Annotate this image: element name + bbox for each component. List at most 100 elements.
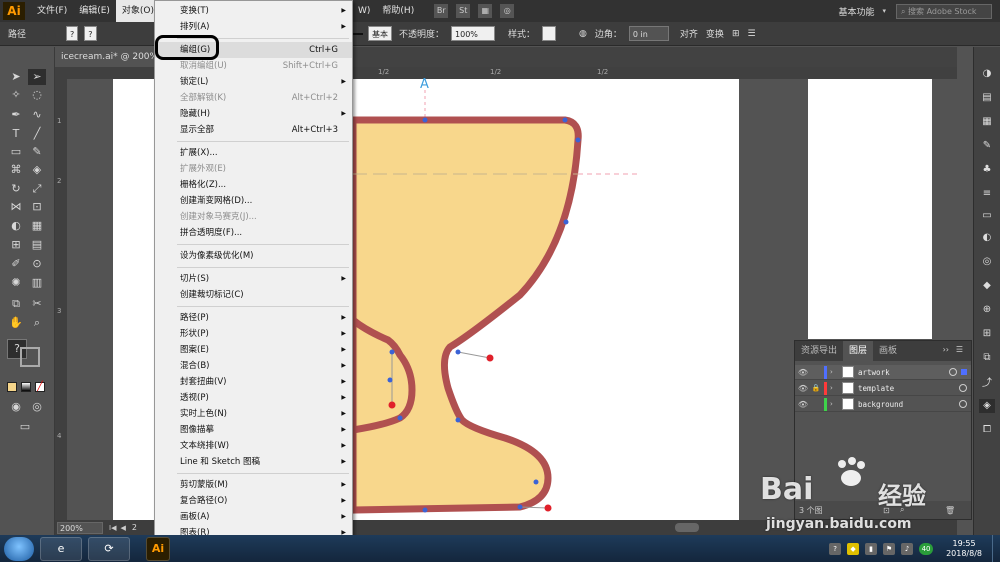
menu-item-object-23[interactable]: 形状(P) ▶ bbox=[155, 326, 352, 342]
panel-menu-icon[interactable]: ☰ bbox=[956, 345, 963, 354]
tray-volume-icon[interactable]: ♪ bbox=[901, 542, 914, 555]
ie-taskbar-icon[interactable]: e bbox=[40, 536, 82, 561]
brushes-icon[interactable]: ✎ bbox=[979, 139, 995, 153]
swatches-icon[interactable]: ▦ bbox=[979, 115, 995, 129]
menu-item-object-26[interactable]: 封套扭曲(V) ▶ bbox=[155, 374, 352, 390]
anchor-point[interactable] bbox=[387, 377, 393, 383]
target-icon[interactable] bbox=[959, 400, 967, 408]
pathfinder-icon[interactable]: ⧉ bbox=[979, 351, 995, 365]
expand-chevron-icon[interactable]: › bbox=[830, 400, 838, 408]
layer-name[interactable]: template bbox=[858, 384, 959, 393]
menu-item-object-34[interactable]: 复合路径(O) ▶ bbox=[155, 493, 352, 509]
visibility-eye-icon[interactable]: 👁 bbox=[795, 400, 811, 409]
tray-network-icon[interactable]: ▮ bbox=[865, 542, 878, 555]
menu-item-object-29[interactable]: 图像描摹 ▶ bbox=[155, 422, 352, 438]
asset-export-icon[interactable]: ⤴ bbox=[979, 377, 995, 391]
menu-item-object-31[interactable]: Line 和 Sketch 图稿 ▶ bbox=[155, 454, 352, 470]
tray-badge[interactable]: 40 bbox=[919, 542, 934, 555]
menu-item-object-7[interactable]: 隐藏(H) ▶ bbox=[155, 106, 352, 122]
menu-item-object-17[interactable]: 设为像素级优化(M) bbox=[155, 248, 352, 264]
gradient-panel-icon[interactable]: ▭ bbox=[979, 209, 995, 223]
menu-item-object-25[interactable]: 混合(B) ▶ bbox=[155, 358, 352, 374]
bezier-handle[interactable] bbox=[544, 504, 552, 512]
horizontal-scrollbar-thumb[interactable] bbox=[675, 523, 699, 532]
menu-item-object-20[interactable]: 创建裁切标记(C) bbox=[155, 287, 352, 303]
layers-panel-tab[interactable]: 资源导出 bbox=[795, 341, 843, 361]
layer-name[interactable]: artwork bbox=[858, 368, 949, 377]
prev-page-icon[interactable]: ◀ bbox=[120, 524, 125, 532]
menu-item-object-27[interactable]: 透视(P) ▶ bbox=[155, 390, 352, 406]
menu-item-object-6[interactable]: 全部解锁(K) Alt+Ctrl+2 bbox=[155, 90, 352, 106]
tray-app-icon[interactable]: ◆ bbox=[847, 542, 860, 555]
start-button-icon[interactable] bbox=[4, 536, 34, 561]
menu-item-object-12[interactable]: 栅格化(Z)... bbox=[155, 177, 352, 193]
layers-panel-tab[interactable]: 画板 bbox=[873, 341, 903, 361]
first-page-icon[interactable]: I◀ bbox=[109, 524, 116, 532]
tray-flag-icon[interactable]: ⚑ bbox=[883, 542, 896, 555]
menu-item-object-30[interactable]: 文本绕排(W) ▶ bbox=[155, 438, 352, 454]
page-number[interactable]: 2 bbox=[132, 523, 137, 532]
anchor-point[interactable] bbox=[533, 479, 539, 485]
menu-item-object-15[interactable]: 拼合透明度(F)... bbox=[155, 225, 352, 241]
anchor-point[interactable] bbox=[422, 117, 428, 123]
menu-item-object-33[interactable]: 剪切蒙版(M) ▶ bbox=[155, 477, 352, 493]
align-panel-icon[interactable]: ⊞ bbox=[979, 327, 995, 341]
layers-panel-tab[interactable]: 图层 bbox=[843, 341, 874, 361]
anchor-point[interactable] bbox=[397, 415, 403, 421]
illustrator-taskbar-icon[interactable]: Ai bbox=[146, 536, 170, 561]
artboards-panel-icon[interactable]: ⧠ bbox=[979, 423, 995, 437]
menu-item-object-28[interactable]: 实时上色(N) ▶ bbox=[155, 406, 352, 422]
menu-item-object-22[interactable]: 路径(P) ▶ bbox=[155, 310, 352, 326]
stroke-panel-icon[interactable]: ≡ bbox=[979, 187, 995, 201]
transform-panel-icon[interactable]: ⊕ bbox=[979, 303, 995, 317]
menu-item-object-13[interactable]: 创建渐变网格(D)... bbox=[155, 193, 352, 209]
anchor-point[interactable] bbox=[563, 219, 569, 225]
symbols-icon[interactable]: ♣ bbox=[979, 163, 995, 177]
layers-panel-icon[interactable]: ◈ bbox=[979, 399, 995, 413]
menu-item-object-5[interactable]: 锁定(L) ▶ bbox=[155, 74, 352, 90]
app-taskbar-icon[interactable]: ⟳ bbox=[88, 536, 130, 561]
layer-row[interactable]: 👁 🔒 › template bbox=[795, 381, 971, 396]
bezier-handle[interactable] bbox=[486, 354, 494, 362]
layer-row[interactable]: 👁 › artwork bbox=[795, 365, 971, 380]
panel-collapse-icon[interactable]: ›› bbox=[943, 345, 949, 354]
bezier-handle[interactable] bbox=[388, 401, 396, 409]
color-panel-icon[interactable]: ◑ bbox=[979, 67, 995, 81]
anchor-point[interactable] bbox=[389, 349, 395, 355]
target-icon[interactable] bbox=[959, 384, 967, 392]
anchor-point[interactable] bbox=[575, 137, 581, 143]
transparency-panel-icon[interactable]: ◐ bbox=[979, 231, 995, 245]
target-icon[interactable] bbox=[949, 368, 957, 376]
clock[interactable]: 19:55 2018/8/8 bbox=[946, 539, 982, 559]
layer-name[interactable]: background bbox=[858, 400, 959, 409]
anchor-point[interactable] bbox=[517, 504, 523, 510]
menu-item-object-4[interactable]: 取消编组(U) Shift+Ctrl+G bbox=[155, 58, 352, 74]
selection-indicator[interactable] bbox=[961, 369, 967, 375]
cup-shape[interactable] bbox=[349, 116, 582, 514]
visibility-eye-icon[interactable]: 👁 bbox=[795, 384, 811, 393]
menu-item-object-35[interactable]: 画板(A) ▶ bbox=[155, 509, 352, 525]
anchor-point[interactable] bbox=[455, 417, 461, 423]
anchor-point[interactable] bbox=[455, 349, 461, 355]
expand-chevron-icon[interactable]: › bbox=[830, 384, 838, 392]
menu-item-object-1[interactable]: 排列(A) ▶ bbox=[155, 19, 352, 35]
menu-item-object-24[interactable]: 图案(E) ▶ bbox=[155, 342, 352, 358]
show-desktop-button[interactable] bbox=[992, 535, 1000, 562]
appearance-panel-icon[interactable]: ◎ bbox=[979, 255, 995, 269]
menu-item-object-8[interactable]: 显示全部 Alt+Ctrl+3 bbox=[155, 122, 352, 138]
layer-row[interactable]: 👁 › background bbox=[795, 397, 971, 412]
zoom-level-input[interactable]: 200% bbox=[57, 521, 103, 534]
menu-item-object-14[interactable]: 创建对象马赛克(J)... bbox=[155, 209, 352, 225]
tray-help-icon[interactable]: ? bbox=[829, 542, 842, 555]
menu-item-object-0[interactable]: 变换(T) ▶ bbox=[155, 3, 352, 19]
anchor-point[interactable] bbox=[562, 117, 568, 123]
menu-item-object-11[interactable]: 扩展外观(E) bbox=[155, 161, 352, 177]
visibility-eye-icon[interactable]: 👁 bbox=[795, 368, 811, 377]
color-guide-icon[interactable]: ▤ bbox=[979, 91, 995, 105]
expand-chevron-icon[interactable]: › bbox=[830, 368, 838, 376]
lock-icon[interactable]: 🔒 bbox=[811, 384, 821, 392]
menu-item-object-10[interactable]: 扩展(X)... bbox=[155, 145, 352, 161]
graphic-styles-icon[interactable]: ◆ bbox=[979, 279, 995, 293]
menu-item-object-19[interactable]: 切片(S) ▶ bbox=[155, 271, 352, 287]
anchor-point[interactable] bbox=[422, 507, 428, 513]
